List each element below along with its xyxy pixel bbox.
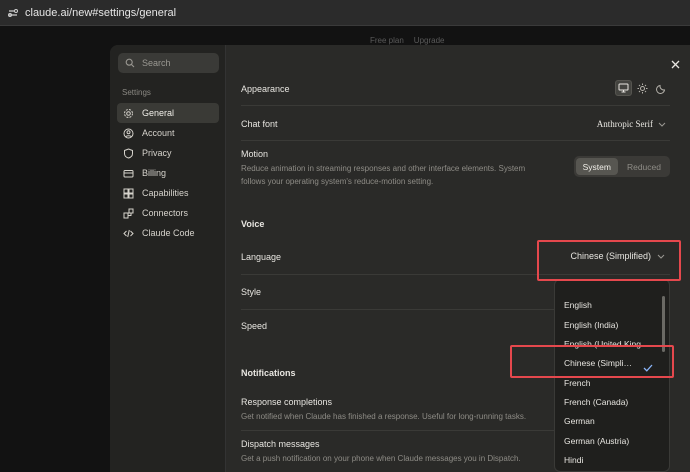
notifications-heading: Notifications bbox=[241, 368, 296, 378]
sidebar-item-label: Claude Code bbox=[142, 228, 195, 238]
code-icon bbox=[123, 228, 134, 239]
motion-system-option[interactable]: System bbox=[575, 158, 618, 175]
motion-description: Reduce animation in streaming responses … bbox=[241, 164, 526, 173]
browser-address-bar[interactable]: claude.ai/new#settings/general bbox=[0, 0, 690, 26]
chat-font-select[interactable]: Anthropic Serif bbox=[597, 119, 666, 129]
language-option-english-uk[interactable]: English (United King bbox=[564, 339, 660, 349]
sidebar-item-billing[interactable]: Billing bbox=[117, 163, 219, 183]
free-plan-label: Free plan bbox=[370, 36, 404, 45]
search-placeholder: Search bbox=[142, 58, 171, 68]
language-select[interactable]: Chinese (Simplified) bbox=[570, 251, 665, 261]
url-text[interactable]: claude.ai/new#settings/general bbox=[25, 7, 176, 19]
sidebar-item-connectors[interactable]: Connectors bbox=[117, 203, 219, 223]
settings-sidebar: Search Settings General Account Privacy … bbox=[110, 45, 226, 472]
settings-section-label: Settings bbox=[122, 88, 151, 97]
speed-label: Speed bbox=[241, 321, 268, 331]
motion-label: Motion bbox=[241, 149, 269, 159]
motion-reduced-option[interactable]: Reduced bbox=[620, 158, 668, 175]
sidebar-item-label: Privacy bbox=[142, 148, 172, 158]
search-icon bbox=[125, 58, 135, 68]
voice-heading: Voice bbox=[241, 219, 265, 229]
moon-icon bbox=[656, 84, 666, 94]
divider bbox=[241, 140, 670, 141]
style-label: Style bbox=[241, 287, 262, 297]
appearance-dark-button[interactable] bbox=[653, 80, 670, 96]
sidebar-item-label: Billing bbox=[142, 168, 167, 178]
response-completions-description: Get notified when Claude has finished a … bbox=[241, 412, 527, 421]
gear-icon bbox=[123, 108, 134, 119]
sun-icon bbox=[637, 83, 648, 93]
appearance-system-button[interactable] bbox=[615, 80, 632, 96]
close-icon[interactable] bbox=[669, 58, 681, 70]
sidebar-item-account[interactable]: Account bbox=[117, 123, 219, 143]
site-settings-icon[interactable] bbox=[6, 6, 20, 20]
language-option-english[interactable]: English bbox=[564, 300, 660, 310]
dropdown-scrollbar[interactable] bbox=[662, 296, 665, 352]
language-value: Chinese (Simplified) bbox=[570, 251, 651, 261]
plug-icon bbox=[123, 208, 134, 219]
appearance-label: Appearance bbox=[241, 84, 290, 94]
language-dropdown: English English (India) English (United … bbox=[554, 279, 670, 472]
sidebar-item-label: Connectors bbox=[142, 208, 189, 218]
monitor-icon bbox=[618, 83, 629, 93]
sidebar-item-label: Account bbox=[142, 128, 175, 138]
sidebar-item-label: Capabilities bbox=[142, 188, 189, 198]
language-option-german-austria[interactable]: German (Austria) bbox=[564, 436, 660, 446]
appearance-toggle bbox=[615, 80, 670, 96]
sidebar-item-claude-code[interactable]: Claude Code bbox=[117, 223, 219, 243]
appearance-light-button[interactable] bbox=[634, 80, 651, 96]
sidebar-item-label: General bbox=[142, 108, 175, 118]
language-option-hindi[interactable]: Hindi bbox=[564, 455, 660, 465]
language-option-french[interactable]: French bbox=[564, 378, 660, 388]
chat-font-value: Anthropic Serif bbox=[596, 119, 653, 129]
motion-description-2: follows your operating system's reduce-m… bbox=[241, 177, 434, 186]
dispatch-messages-description: Get a push notification on your phone wh… bbox=[241, 454, 521, 463]
motion-toggle: System Reduced bbox=[573, 156, 670, 177]
language-option-french-canada[interactable]: French (Canada) bbox=[564, 397, 660, 407]
chevron-down-icon bbox=[658, 122, 666, 127]
divider bbox=[241, 105, 670, 106]
user-icon bbox=[123, 128, 134, 139]
sidebar-item-general[interactable]: General bbox=[117, 103, 219, 123]
chat-font-label: Chat font bbox=[241, 119, 278, 129]
check-icon bbox=[643, 359, 653, 377]
language-option-german[interactable]: German bbox=[564, 416, 660, 426]
settings-nav: General Account Privacy Billing Capabili… bbox=[117, 103, 219, 243]
grid-icon bbox=[123, 188, 134, 199]
language-option-english-india[interactable]: English (India) bbox=[564, 320, 660, 330]
dispatch-messages-label: Dispatch messages bbox=[241, 439, 320, 449]
search-input[interactable]: Search bbox=[118, 53, 219, 73]
chevron-down-icon bbox=[657, 254, 665, 259]
upgrade-link[interactable]: Upgrade bbox=[414, 36, 445, 45]
sidebar-item-privacy[interactable]: Privacy bbox=[117, 143, 219, 163]
shield-icon bbox=[123, 147, 134, 159]
sidebar-item-capabilities[interactable]: Capabilities bbox=[117, 183, 219, 203]
divider bbox=[241, 274, 670, 275]
language-label: Language bbox=[241, 252, 282, 262]
response-completions-label: Response completions bbox=[241, 397, 333, 407]
card-icon bbox=[123, 168, 134, 179]
